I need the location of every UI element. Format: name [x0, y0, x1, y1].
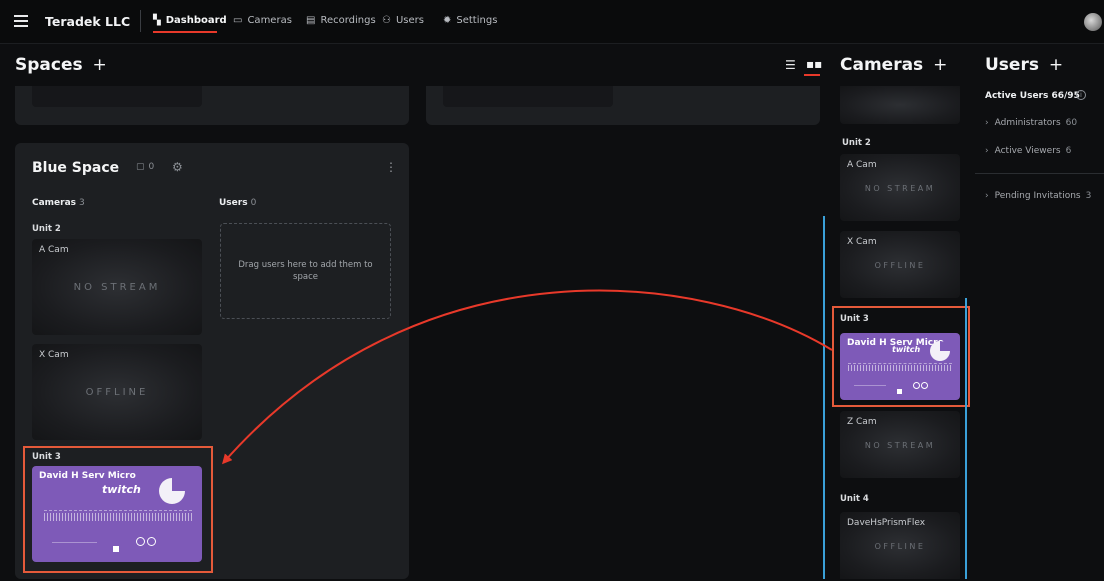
org-name[interactable]: Teradek LLC: [45, 14, 130, 29]
camera-name: Z Cam: [847, 417, 877, 427]
cameras-count: 3: [79, 198, 85, 208]
drag-guide-right: [965, 298, 967, 579]
active-tab-indicator: [153, 31, 217, 33]
space-camera-count: ▢ 0: [136, 162, 154, 172]
spaces-title: Spaces +: [15, 55, 107, 75]
spaces-title-text: Spaces: [15, 55, 83, 75]
camera-thumbnail: [32, 86, 202, 107]
nav-cameras-label: Cameras: [247, 15, 292, 26]
camera-tile[interactable]: Z Cam NO STREAM: [840, 411, 960, 478]
camera-thumbnail: [443, 86, 613, 107]
list-view-icon[interactable]: ☰: [785, 58, 796, 72]
unit-label: Unit 4: [840, 494, 869, 504]
nav-users[interactable]: ⚇ Users: [382, 15, 424, 26]
add-user-button[interactable]: +: [1049, 55, 1063, 75]
camera-count-value: 0: [148, 162, 155, 172]
camera-tile[interactable]: X Cam OFFLINE: [840, 231, 960, 298]
nav-cameras[interactable]: ▭ Cameras: [233, 15, 292, 26]
nav-dashboard-label: Dashboard: [165, 15, 227, 26]
unit-label: Unit 2: [842, 138, 871, 148]
user-group-count: 6: [1065, 146, 1072, 156]
view-active-indicator: [804, 74, 820, 76]
camera-status: NO STREAM: [864, 184, 936, 193]
nav-users-label: Users: [395, 15, 424, 26]
cameras-section-label: Cameras 3: [32, 198, 85, 208]
camera-tile[interactable]: [840, 86, 960, 124]
nav-settings-label: Settings: [456, 15, 498, 26]
recordings-icon: ▤: [306, 15, 316, 26]
users-section-label: Users 0: [219, 198, 256, 208]
cameras-column-title-text: Cameras: [840, 55, 924, 75]
drop-zone-text: Drag users here to add them to space: [238, 259, 373, 282]
camera-status: OFFLINE: [85, 387, 149, 398]
nav-dashboard[interactable]: ▚ Dashboard: [153, 15, 227, 26]
dashboard-icon: ▚: [153, 15, 161, 26]
space-card[interactable]: [15, 86, 409, 125]
unit-label: Unit 2: [32, 224, 61, 234]
cameras-column-title: Cameras +: [840, 55, 947, 75]
space-name[interactable]: Blue Space: [32, 160, 119, 176]
gear-icon: ✹: [443, 15, 452, 26]
user-group-label: Pending Invitations: [994, 191, 1081, 201]
add-camera-button[interactable]: +: [933, 55, 947, 75]
users-drop-zone[interactable]: Drag users here to add them to space: [220, 223, 391, 319]
nav-recordings[interactable]: ▤ Recordings: [306, 15, 376, 26]
space-settings-icon[interactable]: ⚙: [172, 160, 183, 174]
camera-tile[interactable]: DaveHsPrismFlex OFFLINE: [840, 512, 960, 579]
users-icon: ⚇: [382, 15, 391, 26]
camera-status: OFFLINE: [874, 542, 926, 551]
drag-guide-left: [823, 216, 825, 579]
more-options-icon[interactable]: ⋮: [385, 160, 397, 174]
highlight-box: [23, 446, 213, 573]
camera-tile[interactable]: A Cam NO STREAM: [840, 154, 960, 221]
camera-status: NO STREAM: [73, 282, 161, 293]
cameras-icon: ▭: [233, 15, 243, 26]
camera-name: X Cam: [39, 350, 69, 360]
users-divider: [975, 173, 1104, 174]
user-group-count: 3: [1085, 191, 1092, 201]
space-card[interactable]: [426, 86, 820, 125]
camera-count-icon: ▢: [136, 162, 145, 172]
users-column-title: Users +: [985, 55, 1063, 75]
user-group-label: Administrators: [994, 118, 1061, 128]
chevron-right-icon: ›: [985, 146, 989, 156]
camera-name: DaveHsPrismFlex: [847, 518, 926, 528]
camera-status: NO STREAM: [864, 441, 936, 450]
camera-tile[interactable]: X Cam OFFLINE: [32, 344, 202, 440]
active-users: Active Users 66/95: [985, 91, 1080, 101]
user-group-count: 60: [1065, 118, 1078, 128]
nav-recordings-label: Recordings: [320, 15, 376, 26]
grid-view-icon[interactable]: ▪▪: [806, 57, 822, 71]
top-nav: Teradek LLC ▚ Dashboard ▭ Cameras ▤ Reco…: [0, 0, 1104, 44]
user-group-active-viewers[interactable]: › Active Viewers 6: [985, 146, 1071, 156]
users-label: Users: [219, 198, 248, 208]
highlight-box: [832, 306, 970, 407]
nav-settings[interactable]: ✹ Settings: [443, 15, 497, 26]
cameras-label: Cameras: [32, 198, 77, 208]
camera-name: A Cam: [847, 160, 877, 170]
camera-name: A Cam: [39, 245, 69, 255]
user-group-administrators[interactable]: › Administrators 60: [985, 118, 1077, 128]
menu-icon[interactable]: [14, 15, 28, 27]
camera-status: OFFLINE: [874, 261, 926, 270]
info-icon[interactable]: i: [1076, 90, 1086, 100]
avatar[interactable]: [1084, 13, 1102, 31]
camera-name: X Cam: [847, 237, 877, 247]
users-column-title-text: Users: [985, 55, 1039, 75]
chevron-right-icon: ›: [985, 191, 989, 201]
user-group-pending-invitations[interactable]: › Pending Invitations 3: [985, 191, 1091, 201]
user-group-label: Active Viewers: [994, 146, 1061, 156]
users-count: 0: [250, 198, 257, 208]
nav-divider: [140, 10, 141, 32]
chevron-right-icon: ›: [985, 118, 989, 128]
add-space-button[interactable]: +: [93, 55, 107, 75]
camera-tile[interactable]: A Cam NO STREAM: [32, 239, 202, 335]
